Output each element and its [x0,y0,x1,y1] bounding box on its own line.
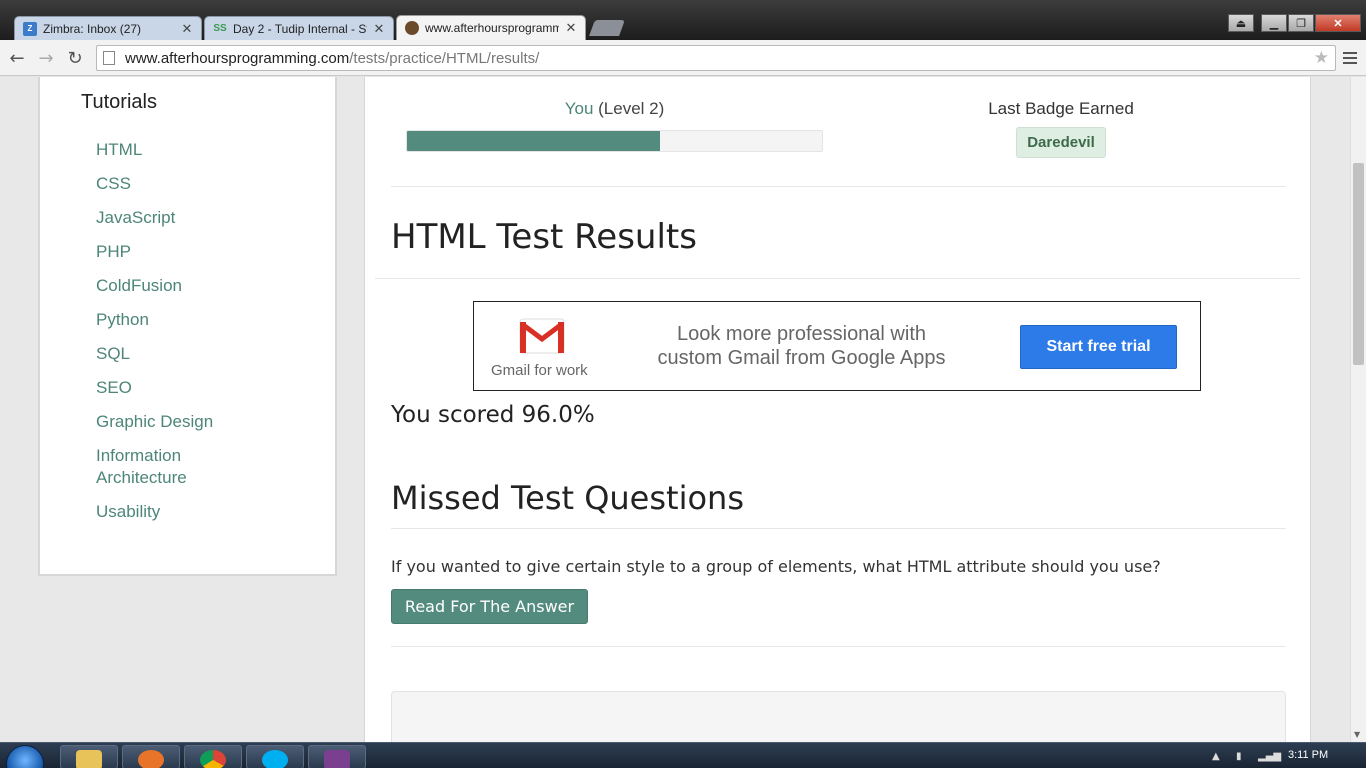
tab-day2[interactable]: SS Day 2 - Tudip Internal - St ✕ [204,16,394,40]
tab-label: www.afterhoursprogramm [425,21,559,35]
taskbar-explorer-icon[interactable] [60,745,118,768]
sidebar-item-php[interactable]: PHP [96,241,296,263]
address-bar[interactable]: www.afterhoursprogramming.com /tests/pra… [96,45,1336,71]
close-icon[interactable]: ✕ [373,21,385,37]
last-badge: Last Badge Earned Daredevil [951,99,1171,158]
tab-zimbra[interactable]: Z Zimbra: Inbox (27) ✕ [14,16,202,40]
close-icon[interactable]: ✕ [181,21,193,37]
taskbar-skype-icon[interactable] [246,745,304,768]
sidebar-item-html[interactable]: HTML [96,139,296,161]
score-text: You scored 96.0% [391,402,595,428]
site-icon [405,21,419,35]
forward-arrow-icon[interactable]: → [35,47,57,69]
profile-icon[interactable]: ⏏ [1228,14,1254,32]
tray-arrow-icon[interactable]: ▲ [1212,751,1220,762]
sidebar-item-seo[interactable]: SEO [96,377,296,399]
level-progress-fill [407,131,661,151]
gmail-for-work-label: Gmail for work [491,362,588,379]
next-question-card [391,691,1286,742]
sidebar-title: Tutorials [81,91,157,113]
taskbar-firefox-icon[interactable] [122,745,180,768]
minimize-button[interactable]: ▁ [1261,14,1287,32]
missed-question-text: If you wanted to give certain style to a… [391,557,1161,576]
sidebar-item-javascript[interactable]: JavaScript [96,207,296,229]
tray-signal-icon[interactable]: ▂▄▆ [1258,751,1281,762]
tray-network-icon[interactable]: ▮ [1236,751,1242,762]
scroll-down-arrow-icon[interactable]: ▼ [1354,730,1360,739]
ss-icon: SS [213,23,227,34]
sidebar-item-information-architecture[interactable]: Information Architecture [96,445,216,489]
browser-menu-icon[interactable] [1340,48,1360,68]
tab-afterhours[interactable]: www.afterhoursprogramm ✕ [396,15,586,40]
user-level: You (Level 2) [406,99,823,119]
windows-taskbar: ▲ ▮ ▂▄▆ 3:11 PM [0,742,1366,768]
back-arrow-icon[interactable]: ← [6,47,28,69]
url-path: /tests/practice/HTML/results/ [349,49,540,67]
user-link[interactable]: You [565,99,594,118]
reload-icon[interactable]: ↻ [64,47,86,69]
main-content: You (Level 2) Last Badge Earned Daredevi… [364,77,1311,742]
page-scrollbar[interactable]: ▼ [1350,77,1366,742]
badge-label: Last Badge Earned [988,99,1134,118]
taskbar-clock[interactable]: 3:11 PM [1288,749,1328,761]
tab-label: Day 2 - Tudip Internal - St [233,21,367,36]
scrollbar-thumb[interactable] [1353,163,1364,365]
close-icon[interactable]: ✕ [565,20,577,36]
read-answer-button[interactable]: Read For The Answer [391,589,588,624]
zimbra-icon: Z [23,21,37,36]
gmail-logo-icon [519,318,565,354]
sidebar-item-sql[interactable]: SQL [96,343,296,365]
taskbar-winrar-icon[interactable] [308,745,366,768]
sidebar-item-python[interactable]: Python [96,309,296,331]
level-progress-bar [406,130,823,152]
divider [391,528,1286,529]
page-viewport: Tutorials HTML CSS JavaScript PHP ColdFu… [0,77,1350,742]
tab-label: Zimbra: Inbox (27) [43,21,142,36]
sidebar-item-usability[interactable]: Usability [96,501,296,523]
badge-name[interactable]: Daredevil [1016,127,1106,158]
bookmark-star-icon[interactable]: ★ [1314,48,1329,68]
maximize-button[interactable]: ❐ [1288,14,1314,32]
divider [375,278,1300,279]
ad-text: Look more professional with custom Gmail… [644,322,959,370]
url-host: www.afterhoursprogramming.com [125,49,350,67]
ad-text-line1: Look more professional with [676,323,926,345]
taskbar-chrome-icon[interactable] [184,745,242,768]
browser-titlebar: Z Zimbra: Inbox (27) ✕ SS Day 2 - Tudip … [0,0,1366,40]
page-icon [103,51,115,65]
page-title: HTML Test Results [391,217,697,257]
browser-toolbar: ← → ↻ www.afterhoursprogramming.com /tes… [0,40,1366,76]
divider [391,646,1286,647]
start-free-trial-button[interactable]: Start free trial [1020,325,1177,369]
missed-questions-heading: Missed Test Questions [391,479,744,517]
gmail-ad-banner[interactable]: Gmail for work Look more professional wi… [473,301,1201,391]
sidebar-item-coldfusion[interactable]: ColdFusion [96,275,296,297]
windows-start-icon[interactable] [6,745,44,768]
tutorials-sidebar: Tutorials HTML CSS JavaScript PHP ColdFu… [38,77,337,576]
close-window-button[interactable]: ✕ [1315,14,1361,32]
sidebar-item-graphic-design[interactable]: Graphic Design [96,411,296,433]
divider [391,186,1286,187]
new-tab-button[interactable] [589,20,625,36]
level-text: (Level 2) [598,99,665,118]
sidebar-item-css[interactable]: CSS [96,173,296,195]
tutorials-list: HTML CSS JavaScript PHP ColdFusion Pytho… [96,139,296,535]
ad-text-line2: custom Gmail from Google Apps [657,347,946,369]
